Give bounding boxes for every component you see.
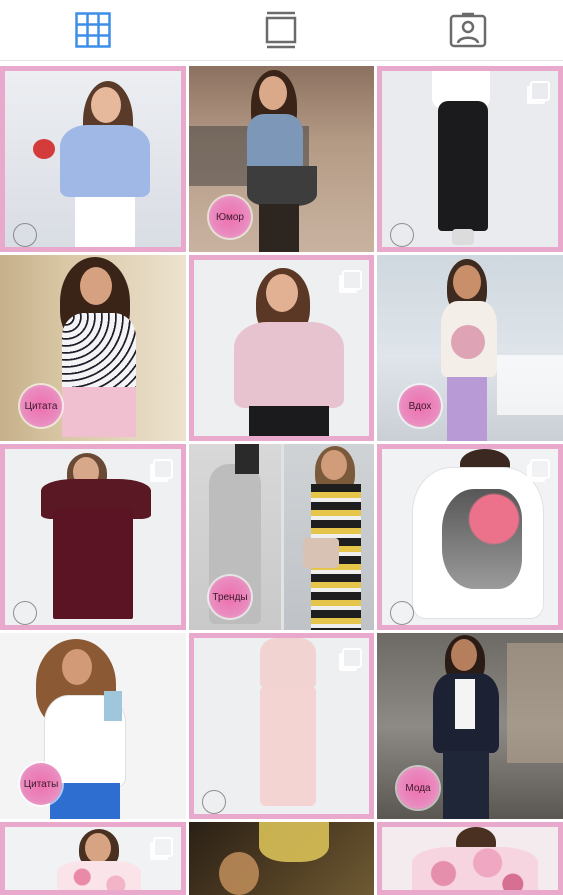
- post-tile[interactable]: [377, 822, 563, 895]
- tab-feed[interactable]: [251, 8, 311, 52]
- tab-grid[interactable]: [63, 8, 123, 52]
- badge-label: Юмор: [216, 211, 244, 223]
- feed-view-icon: [265, 11, 297, 49]
- multi-photo-icon: [153, 459, 173, 479]
- brand-logo-icon: [13, 601, 37, 625]
- multi-photo-icon: [530, 459, 550, 479]
- post-tile[interactable]: [0, 822, 186, 895]
- tab-tagged[interactable]: [438, 8, 498, 52]
- post-tile[interactable]: Вдох: [377, 255, 563, 441]
- multi-photo-icon: [342, 648, 362, 668]
- post-tile[interactable]: [0, 66, 186, 252]
- category-badge[interactable]: Юмор: [209, 196, 251, 238]
- category-badge[interactable]: Цитата: [20, 385, 62, 427]
- badge-label: Вдох: [408, 400, 432, 412]
- brand-logo-icon: [390, 223, 414, 247]
- category-badge[interactable]: Цитаты: [20, 763, 62, 805]
- badge-label: Цитаты: [23, 778, 59, 790]
- grid-view-icon: [75, 12, 111, 48]
- profile-view-tabs: [0, 0, 563, 61]
- badge-label: Тренды: [212, 591, 248, 603]
- post-tile[interactable]: Мода: [377, 633, 563, 819]
- badge-label: Мода: [405, 782, 431, 794]
- brand-logo-icon: [202, 790, 226, 814]
- post-tile[interactable]: [377, 444, 563, 630]
- brand-logo-icon: [390, 601, 414, 625]
- post-tile[interactable]: Юмор: [189, 66, 374, 252]
- post-tile[interactable]: Тренды: [189, 444, 374, 630]
- multi-photo-icon: [153, 837, 173, 857]
- category-badge[interactable]: Тренды: [209, 576, 251, 618]
- badge-label: Цитата: [24, 400, 58, 412]
- multi-photo-icon: [342, 270, 362, 290]
- post-tile[interactable]: [189, 822, 374, 895]
- category-badge[interactable]: Мода: [397, 767, 439, 809]
- tagged-view-icon: [449, 12, 487, 48]
- post-tile[interactable]: Цитата: [0, 255, 186, 441]
- post-tile[interactable]: Цитаты: [0, 633, 186, 819]
- post-tile[interactable]: [377, 66, 563, 252]
- multi-photo-icon: [530, 81, 550, 101]
- brand-logo-icon: [13, 223, 37, 247]
- post-tile[interactable]: [189, 255, 374, 441]
- category-badge[interactable]: Вдох: [399, 385, 441, 427]
- post-tile[interactable]: [189, 633, 374, 819]
- post-tile[interactable]: [0, 444, 186, 630]
